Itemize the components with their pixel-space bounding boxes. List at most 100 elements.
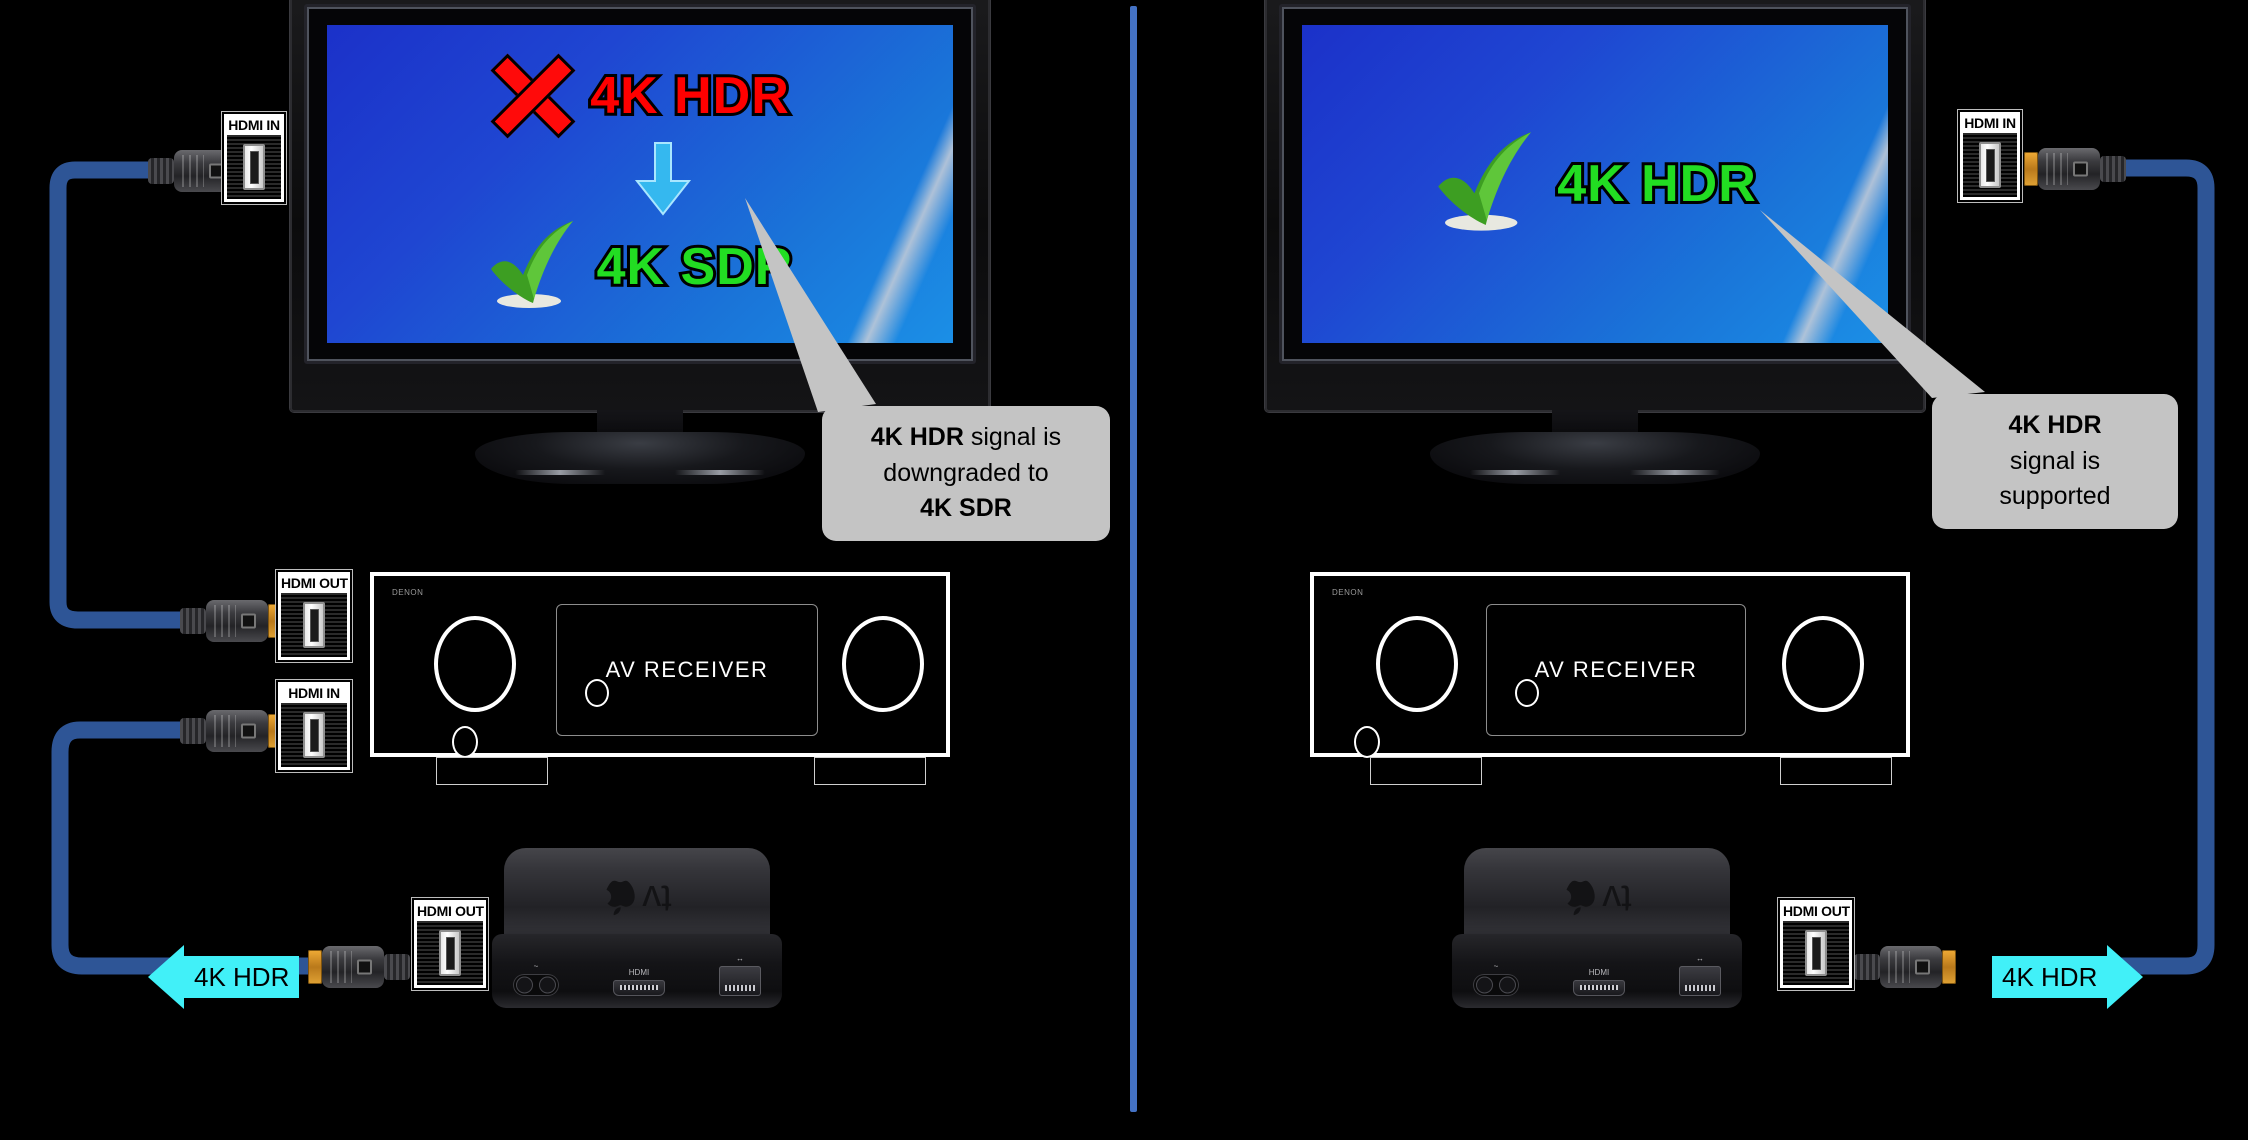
atv-hdmi-port[interactable]: HDMI [613,968,665,996]
left-tv-hdmi-in-port[interactable]: HDMI IN [222,112,286,204]
right-av-receiver: DENON AV RECEIVER [1310,572,1910,785]
green-check-icon [487,219,583,316]
screen-content: 4K HDR [1302,25,1888,343]
atv-power-port[interactable]: ~ [1473,962,1519,996]
receiver-small-knob[interactable] [1354,726,1380,758]
receiver-display: AV RECEIVER [1486,604,1746,736]
hdmi-port-icon [281,703,347,767]
green-check-icon [1433,130,1543,239]
screen-label-sdr: 4K SDR [594,235,796,299]
signal-label-body: 4K HDR [184,956,300,998]
port-label: HDMI OUT [1783,903,1850,919]
left-atv-plug[interactable] [308,946,410,988]
receiver-display-indicator [1515,679,1539,707]
atv-top-shell: tv [504,848,770,944]
receiver-input-knob[interactable] [842,616,924,712]
hdmi-port-icon [417,921,483,985]
port-label: HDMI OUT [417,903,484,919]
tv-screen: 4K HDR [1302,25,1888,343]
right-atv-hdmi-out-port[interactable]: HDMI OUT [1778,898,1854,990]
tv-bezel: 4K HDR [1279,4,1911,364]
signal-label-text: 4K HDR [2002,961,2098,992]
atv-logo-text: tv [1602,877,1632,919]
screen-content: 4K HDR [327,25,953,343]
left-receiver-out-plug[interactable] [180,600,282,642]
screen-line-hdr: 4K HDR [327,53,953,139]
signal-label-body: 4K HDR [1992,956,2108,998]
left-callout-bubble: 4K HDR signal is downgraded to 4K SDR [822,406,1110,541]
left-receiver-in-plug[interactable] [180,710,282,752]
cyan-down-arrow-icon [373,141,953,217]
panel-divider [1130,6,1137,1112]
receiver-input-knob[interactable] [1782,616,1864,712]
receiver-foot-left [436,757,548,785]
atv-logo-text: tv [642,877,672,919]
tv-bezel: 4K HDR [304,4,976,364]
hdmi-port-icon [1963,133,2017,197]
callout-line-1: 4K HDR signal is [870,423,1062,451]
atv-base-shell: ~ HDMI ↔ [492,934,782,1008]
receiver-brand: DENON [392,588,424,597]
left-receiver-hdmi-out-port[interactable]: HDMI OUT [276,570,352,662]
callout-line-3: 4K SDR [920,494,1012,522]
receiver-display-text: AV RECEIVER [605,657,769,682]
right-apple-tv-box: tv ~ HDMI ↔ [1452,848,1742,1008]
right-signal-arrow: 4K HDR [1992,945,2144,1009]
screen-line-hdr: 4K HDR [1302,130,1888,239]
tv-body: 4K HDR [1265,0,1925,412]
receiver-foot-left [1370,757,1482,785]
receiver-foot-right [1780,757,1892,785]
left-atv-hdmi-out-port[interactable]: HDMI OUT [412,898,488,990]
apple-icon [1567,880,1596,916]
receiver-display: AV RECEIVER [556,604,818,736]
callout-line-2: downgraded to [883,458,1049,487]
right-tv-hdmi-plug[interactable] [2024,148,2126,190]
atv-power-port[interactable]: ~ [513,962,559,996]
hdmi-port-icon [227,135,281,199]
callout-line-2: signal is [2009,446,2101,475]
signal-label-text: 4K HDR [194,961,290,992]
tv-stand [1430,432,1760,484]
left-av-receiver: DENON AV RECEIVER [370,572,950,785]
left-television: 4K HDR 4K SDR [290,0,990,484]
right-atv-plug[interactable] [1854,946,1956,988]
receiver-display-text: AV RECEIVER [1534,657,1698,682]
receiver-display-indicator [585,679,609,707]
atv-ethernet-port[interactable]: ↔ [719,954,761,996]
apple-tv-logo-icon: tv [602,877,672,919]
atv-top-shell: tv [1464,848,1730,944]
tv-screen: 4K HDR [327,25,953,343]
receiver-brand: DENON [1332,588,1364,597]
atv-base-shell: ~ HDMI ↔ [1452,934,1742,1008]
apple-tv-logo-icon: tv [1562,877,1632,919]
atv-rear-ports: ~ HDMI ↔ [1452,954,1742,996]
receiver-volume-knob[interactable] [1376,616,1458,712]
receiver-small-knob[interactable] [452,726,478,758]
port-label: HDMI IN [1963,115,2017,131]
atv-ethernet-port[interactable]: ↔ [1679,954,1721,996]
screen-line-sdr: 4K SDR [327,219,953,316]
right-tv-hdmi-in-port[interactable]: HDMI IN [1958,110,2022,202]
port-label: HDMI OUT [281,575,348,591]
callout-line-3: supported [1999,482,2111,510]
left-receiver-hdmi-in-port[interactable]: HDMI IN [276,680,352,772]
right-callout-bubble: 4K HDR signal is supported [1932,394,2178,529]
screen-label-hdr: 4K HDR [1554,152,1759,216]
atv-rear-ports: ~ HDMI ↔ [492,954,782,996]
screen-label-hdr: 4K HDR [587,64,792,128]
port-label: HDMI IN [227,117,281,133]
arrow-head-left-icon [148,945,184,1009]
left-signal-arrow: 4K HDR [148,945,300,1009]
hdmi-port-icon [1783,921,1849,985]
tv-body: 4K HDR [290,0,990,412]
red-x-icon [490,53,576,139]
receiver-volume-knob[interactable] [434,616,516,712]
receiver-foot-right [814,757,926,785]
right-television: 4K HDR [1265,0,1925,484]
hdmi-port-icon [281,593,347,657]
port-label: HDMI IN [281,685,347,701]
atv-hdmi-port[interactable]: HDMI [1573,968,1625,996]
apple-icon [607,880,636,916]
diagram-canvas: 4K HDR 4K SDR HDMI IN 4K HDR signal is d… [0,0,2248,1140]
callout-line-1: 4K HDR [2008,411,2102,439]
